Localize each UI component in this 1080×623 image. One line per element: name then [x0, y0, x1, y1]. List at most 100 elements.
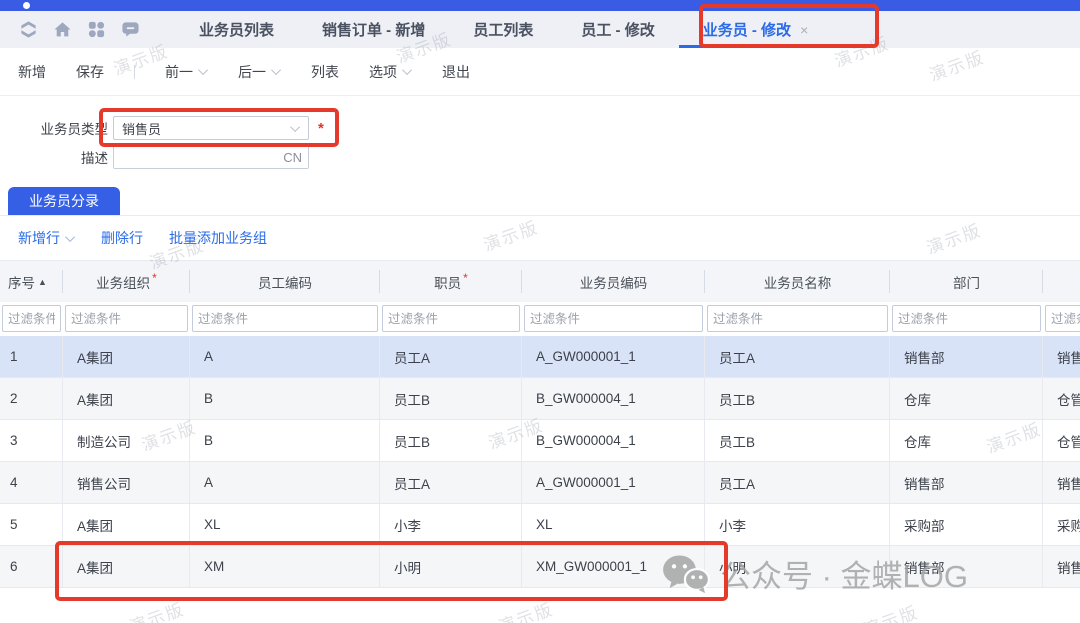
cell-seq[interactable]: 1	[0, 336, 63, 377]
cell-emp_code[interactable]: XM	[190, 546, 380, 587]
cell-org[interactable]: A集团	[63, 546, 190, 587]
cell-sales_name[interactable]: 小明	[705, 546, 890, 587]
cell-sales_name[interactable]: 员工A	[705, 336, 890, 377]
cell-seq[interactable]: 4	[0, 462, 63, 503]
column-header-2[interactable]: 业务组织*	[63, 261, 190, 302]
tab-salesperson-entries[interactable]: 业务员分录	[8, 187, 120, 215]
filter-input-8[interactable]	[1045, 305, 1080, 332]
cell-seq[interactable]: 2	[0, 378, 63, 419]
table-row-3[interactable]: 3制造公司B员工BB_GW000004_1员工B仓库仓管	[0, 420, 1080, 462]
filter-cell-8	[1043, 302, 1080, 336]
cell-dept[interactable]: 销售部	[890, 336, 1043, 377]
apps-grid-icon[interactable]	[86, 19, 107, 40]
cell-dept[interactable]: 销售部	[890, 546, 1043, 587]
cell-staff[interactable]: 员工B	[380, 420, 522, 461]
cell-org[interactable]: A集团	[63, 378, 190, 419]
tab-item-3[interactable]: 员工列表	[449, 11, 557, 48]
column-header-label: 业务员编码	[580, 272, 648, 292]
toolbar-divider	[134, 65, 135, 79]
tab-item-4[interactable]: 员工 - 修改	[557, 11, 678, 48]
cell-last[interactable]: 仓管	[1043, 378, 1080, 419]
grid-action-3[interactable]: 批量添加业务组	[169, 228, 267, 248]
cell-sales_name[interactable]: 员工A	[705, 462, 890, 503]
kingdee-logo-icon[interactable]	[18, 19, 39, 40]
filter-input-1[interactable]	[2, 305, 61, 332]
column-header-7[interactable]: 部门	[890, 261, 1043, 302]
cell-sales_code[interactable]: XL	[522, 504, 705, 545]
cell-seq[interactable]: 3	[0, 420, 63, 461]
salesperson-form: 业务员类型 销售员 * 描述 CN	[0, 96, 1080, 169]
cell-emp_code[interactable]: A	[190, 336, 380, 377]
cell-emp_code[interactable]: A	[190, 462, 380, 503]
cell-emp_code[interactable]: B	[190, 420, 380, 461]
column-header-1[interactable]: 序号▲	[0, 261, 63, 302]
salesperson-type-select[interactable]: 销售员	[113, 116, 309, 140]
filter-input-2[interactable]	[65, 305, 188, 332]
cell-dept[interactable]: 仓库	[890, 420, 1043, 461]
cell-org[interactable]: 销售公司	[63, 462, 190, 503]
toolbar-button-2[interactable]: 保存	[76, 62, 104, 82]
filter-input-7[interactable]	[892, 305, 1041, 332]
cell-last[interactable]: 销售	[1043, 336, 1080, 377]
table-row-6[interactable]: 6A集团XM小明XM_GW000001_1小明销售部销售	[0, 546, 1080, 588]
toolbar-button-4[interactable]: 后一	[238, 62, 281, 82]
tab-item-5[interactable]: 业务员 - 修改×	[679, 11, 833, 48]
column-header-6[interactable]: 业务员名称	[705, 261, 890, 302]
cell-sales_code[interactable]: XM_GW000001_1	[522, 546, 705, 587]
cell-dept[interactable]: 采购部	[890, 504, 1043, 545]
toolbar-button-1[interactable]: 新增	[18, 62, 46, 82]
cell-last[interactable]: 采购	[1043, 504, 1080, 545]
grid-action-2[interactable]: 删除行	[101, 228, 143, 248]
cell-org[interactable]: A集团	[63, 504, 190, 545]
toolbar-button-6[interactable]: 选项	[369, 62, 412, 82]
column-header-8[interactable]	[1043, 261, 1080, 302]
toolbar-button-5[interactable]: 列表	[311, 62, 339, 82]
description-input[interactable]	[114, 146, 283, 168]
table-row-4[interactable]: 4销售公司A员工AA_GW000001_1员工A销售部销售	[0, 462, 1080, 504]
tab-item-2[interactable]: 销售订单 - 新增	[298, 11, 449, 48]
column-header-3[interactable]: 员工编码	[190, 261, 380, 302]
table-row-2[interactable]: 2A集团B员工BB_GW000004_1员工B仓库仓管	[0, 378, 1080, 420]
column-header-5[interactable]: 业务员编码	[522, 261, 705, 302]
cell-seq[interactable]: 6	[0, 546, 63, 587]
cell-sales_code[interactable]: A_GW000001_1	[522, 462, 705, 503]
tab-item-1[interactable]: 业务员列表	[175, 11, 298, 48]
cell-emp_code[interactable]: B	[190, 378, 380, 419]
cell-dept[interactable]: 销售部	[890, 462, 1043, 503]
toolbar-button-3[interactable]: 前一	[165, 62, 208, 82]
cell-staff[interactable]: 员工B	[380, 378, 522, 419]
cell-last[interactable]: 仓管	[1043, 420, 1080, 461]
table-row-5[interactable]: 5A集团XL小李XL小李采购部采购	[0, 504, 1080, 546]
filter-input-6[interactable]	[707, 305, 888, 332]
cell-staff[interactable]: 员工A	[380, 462, 522, 503]
toolbar-button-7[interactable]: 退出	[442, 62, 470, 82]
cell-sales_name[interactable]: 小李	[705, 504, 890, 545]
table-row-1[interactable]: 1A集团A员工AA_GW000001_1员工A销售部销售	[0, 336, 1080, 378]
column-header-4[interactable]: 职员*	[380, 261, 522, 302]
home-icon[interactable]	[52, 19, 73, 40]
filter-input-5[interactable]	[524, 305, 703, 332]
cell-sales_code[interactable]: B_GW000004_1	[522, 378, 705, 419]
grid-action-1[interactable]: 新增行	[18, 228, 75, 248]
cell-sales_name[interactable]: 员工B	[705, 420, 890, 461]
filter-cell-6	[705, 302, 890, 336]
cell-dept[interactable]: 仓库	[890, 378, 1043, 419]
close-tab-icon[interactable]: ×	[800, 22, 808, 38]
cell-seq[interactable]: 5	[0, 504, 63, 545]
cell-last[interactable]: 销售	[1043, 462, 1080, 503]
cell-sales_name[interactable]: 员工B	[705, 378, 890, 419]
cell-org[interactable]: A集团	[63, 336, 190, 377]
cell-staff[interactable]: 小李	[380, 504, 522, 545]
toolbar-button-label: 退出	[442, 62, 470, 82]
filter-input-3[interactable]	[192, 305, 378, 332]
cell-sales_code[interactable]: A_GW000001_1	[522, 336, 705, 377]
message-icon[interactable]	[120, 19, 141, 40]
cell-emp_code[interactable]: XL	[190, 504, 380, 545]
cell-last[interactable]: 销售	[1043, 546, 1080, 587]
cell-sales_code[interactable]: B_GW000004_1	[522, 420, 705, 461]
toolbar-button-label: 新增	[18, 62, 46, 82]
cell-org[interactable]: 制造公司	[63, 420, 190, 461]
filter-input-4[interactable]	[382, 305, 520, 332]
cell-staff[interactable]: 员工A	[380, 336, 522, 377]
cell-staff[interactable]: 小明	[380, 546, 522, 587]
